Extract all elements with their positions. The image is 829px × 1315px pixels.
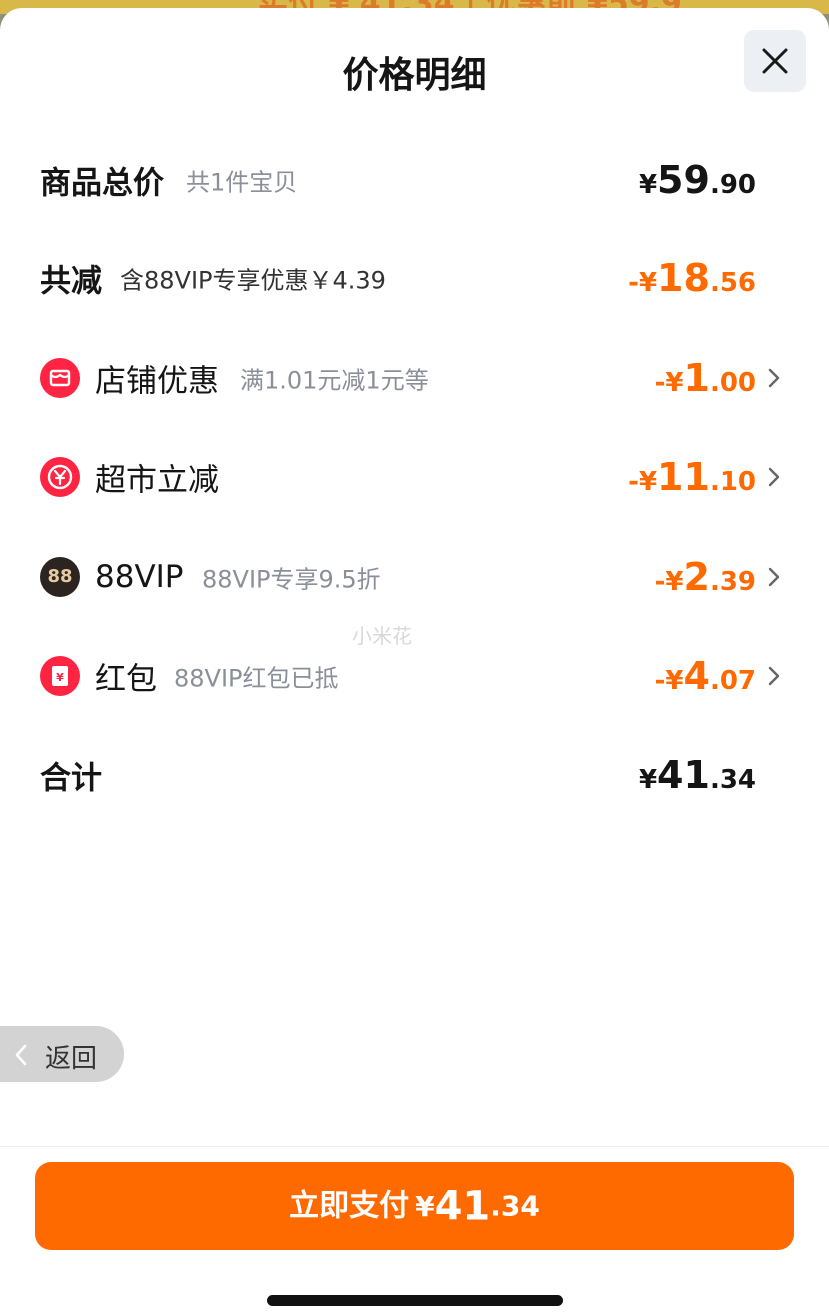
grand-total-label: 合计 <box>40 760 102 797</box>
amount-decimal: .34 <box>709 765 756 795</box>
amount-decimal: .00 <box>709 368 756 398</box>
red-packet-note: 88VIP红包已抵 <box>174 664 339 693</box>
back-button[interactable]: 返回 <box>0 1026 124 1082</box>
amount-integer: 11 <box>657 455 710 499</box>
total-discount-row: 共减 含88VIP专享优惠￥4.39 -¥18.56 <box>0 248 829 308</box>
red-packet-symbol: ¥ <box>56 671 64 684</box>
watermark: 小米花 <box>352 624 412 648</box>
goods-total-amount: ¥59.90 <box>639 158 756 202</box>
vip-discount-label: 88VIP <box>95 559 184 595</box>
amount-integer: 1 <box>683 356 710 400</box>
minus-sign: - <box>654 567 666 597</box>
minus-sign: - <box>628 268 639 298</box>
currency-symbol: ¥ <box>665 368 684 398</box>
vip88-icon: 88 <box>40 557 80 597</box>
currency-symbol: ¥ <box>415 1189 435 1223</box>
vip-discount-row[interactable]: 88 88VIP 88VIP专享9.5折 -¥2.39 <box>0 547 829 607</box>
pay-now-label: 立即支付 <box>289 1188 410 1224</box>
chevron-right-icon <box>768 666 780 686</box>
minus-sign: - <box>654 368 666 398</box>
goods-total-row: 商品总价 共1件宝贝 ¥59.90 <box>0 150 829 210</box>
goods-total-label: 商品总价 <box>40 165 164 202</box>
chevron-left-icon <box>15 1044 27 1066</box>
close-button[interactable] <box>744 30 806 92</box>
shop-discount-row[interactable]: 店铺优惠 满1.01元减1元等 -¥1.00 <box>0 348 829 408</box>
grand-total-row: 合计 ¥41.34 <box>0 745 829 805</box>
currency-symbol: ¥ <box>665 666 684 696</box>
red-packet-icon: ¥ <box>40 656 80 696</box>
total-discount-amount: -¥18.56 <box>628 256 756 300</box>
currency-symbol: ¥ <box>638 170 658 200</box>
shop-discount-rule: 满1.01元减1元等 <box>240 366 429 395</box>
close-icon <box>762 48 788 74</box>
market-discount-row[interactable]: 超市立减 -¥11.10 <box>0 447 829 507</box>
goods-count: 共1件宝贝 <box>186 168 298 197</box>
grand-total-amount: ¥41.34 <box>639 753 756 797</box>
amount-decimal: .07 <box>709 666 756 696</box>
market-discount-label: 超市立减 <box>95 462 219 499</box>
chevron-right-icon <box>768 467 780 487</box>
pay-now-button[interactable]: 立即支付 ¥41.34 <box>35 1162 794 1250</box>
amount-integer: 59 <box>657 158 710 202</box>
amount-decimal: .90 <box>709 170 756 200</box>
amount-integer: 2 <box>683 555 710 599</box>
home-indicator[interactable] <box>267 1295 563 1306</box>
shop-discount-amount: -¥1.00 <box>655 356 756 400</box>
price-detail-sheet: 价格明细 商品总价 共1件宝贝 ¥59.90 共减 含88VIP专享优惠￥4.3… <box>0 8 829 1315</box>
currency-symbol: ¥ <box>638 467 658 497</box>
yen-refund-icon <box>40 457 80 497</box>
chevron-right-icon <box>768 368 780 388</box>
total-discount-label: 共减 <box>40 263 102 300</box>
vip-discount-rule: 88VIP专享9.5折 <box>202 565 381 594</box>
market-discount-amount: -¥11.10 <box>628 455 756 499</box>
amount-decimal: .56 <box>709 268 756 298</box>
shop-discount-label: 店铺优惠 <box>95 363 219 400</box>
footer-divider <box>0 1146 829 1147</box>
red-packet-label: 红包 <box>95 661 157 698</box>
currency-symbol: ¥ <box>665 567 684 597</box>
amount-integer: 18 <box>657 256 710 300</box>
amount-integer: 4 <box>683 654 710 698</box>
sheet-title: 价格明细 <box>342 55 487 96</box>
vip-discount-note: 含88VIP专享优惠￥4.39 <box>120 266 386 295</box>
back-label: 返回 <box>45 1044 98 1074</box>
amount-integer: 41 <box>657 753 710 797</box>
shop-icon <box>40 358 80 398</box>
chevron-right-icon <box>768 567 780 587</box>
red-packet-row[interactable]: ¥ 红包 88VIP红包已抵 -¥4.07 <box>0 646 829 706</box>
amount-decimal: .10 <box>709 467 756 497</box>
amount-decimal: .39 <box>709 567 756 597</box>
vip-discount-amount: -¥2.39 <box>655 555 756 599</box>
pay-amount-integer: 41 <box>434 1183 491 1230</box>
minus-sign: - <box>654 666 666 696</box>
pay-amount-decimal: .34 <box>490 1189 540 1223</box>
currency-symbol: ¥ <box>638 765 658 795</box>
currency-symbol: ¥ <box>638 268 658 298</box>
red-packet-amount: -¥4.07 <box>655 654 756 698</box>
minus-sign: - <box>628 467 639 497</box>
